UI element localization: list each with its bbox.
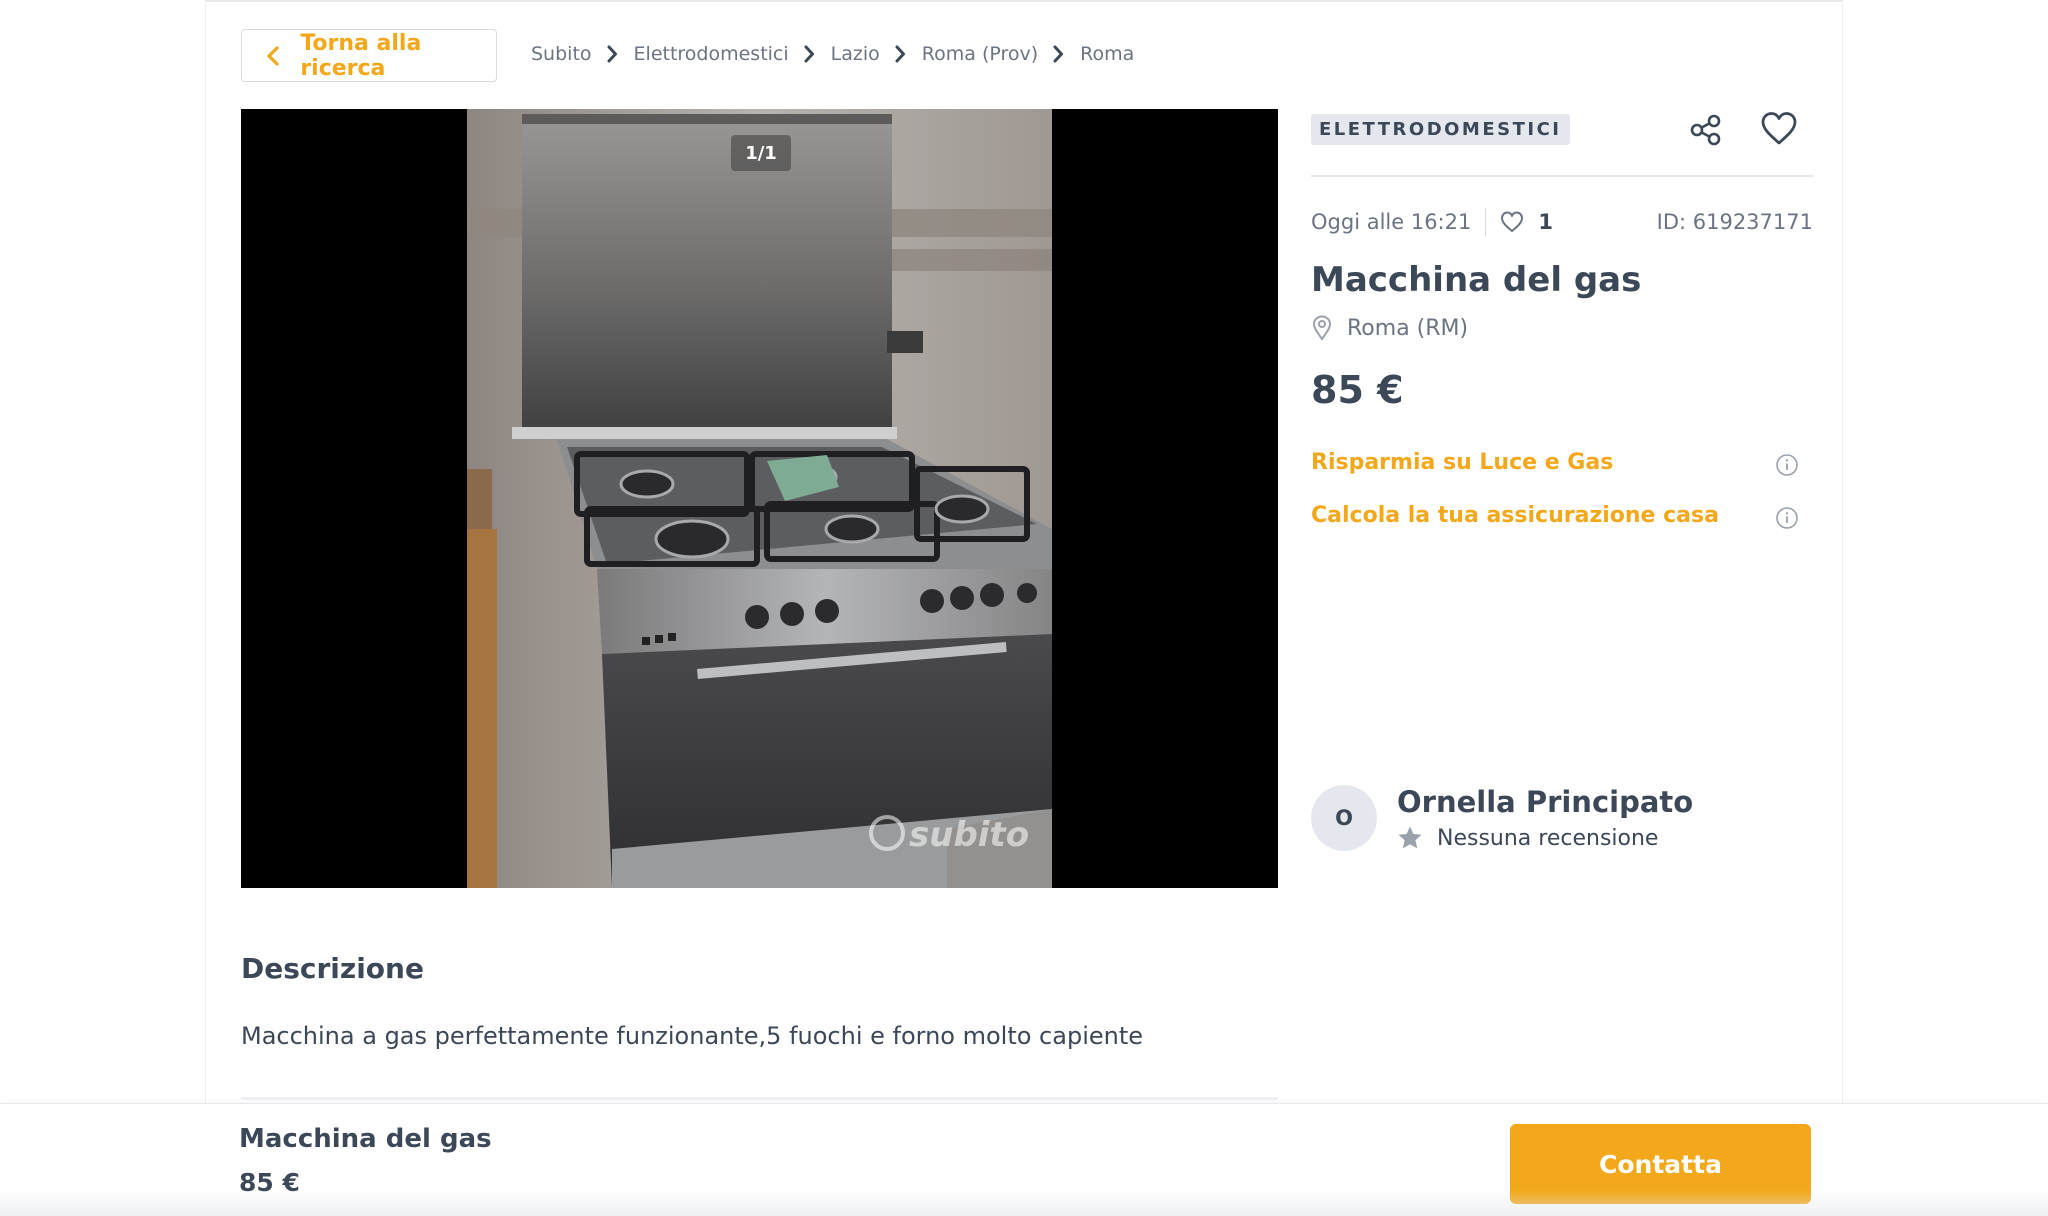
chevron-right-icon <box>1052 45 1066 63</box>
photo-gallery[interactable]: subito 1/1 <box>241 109 1278 888</box>
breadcrumb-item-elettrodomestici[interactable]: Elettrodomestici <box>634 43 789 65</box>
divider <box>1485 208 1487 236</box>
ad-id: ID: 619237171 <box>1656 210 1813 234</box>
chevron-right-icon <box>894 45 908 63</box>
breadcrumb-item-lazio[interactable]: Lazio <box>831 43 880 65</box>
contact-button[interactable]: Contatta <box>1510 1124 1811 1204</box>
sticky-contact-bar: Macchina del gas 85 € Contatta <box>0 1103 2048 1216</box>
listing-location: Roma (RM) <box>1311 315 1468 341</box>
location-label: Roma (RM) <box>1347 315 1469 341</box>
star-icon <box>1397 825 1423 851</box>
description-heading: Descrizione <box>241 952 424 985</box>
share-icon <box>1690 114 1721 146</box>
info-icon[interactable] <box>1775 453 1799 477</box>
listing-title: Macchina del gas <box>1311 260 1642 300</box>
category-badge: ELETTRODOMESTICI <box>1311 114 1570 145</box>
home-insurance-label: Calcola la tua assicurazione casa <box>1311 502 1719 528</box>
share-button[interactable] <box>1688 112 1724 148</box>
publish-date: Oggi alle 16:21 <box>1311 210 1472 234</box>
map-pin-icon <box>1311 315 1333 341</box>
seller-reviews: Nessuna recensione <box>1397 825 1693 851</box>
breadcrumb-item-roma-prov[interactable]: Roma (Prov) <box>922 43 1038 65</box>
listing-price: 85 € <box>1311 368 1404 412</box>
back-to-search-button[interactable]: Torna alla ricerca <box>241 29 497 82</box>
breadcrumb-item-roma[interactable]: Roma <box>1080 43 1134 65</box>
chevron-right-icon <box>803 45 817 63</box>
breadcrumb: Subito Elettrodomestici Lazio Roma (Prov… <box>531 43 1134 65</box>
divider <box>1311 175 1813 177</box>
svg-text:subito: subito <box>909 815 1029 855</box>
favorite-button[interactable] <box>1760 110 1798 148</box>
avatar: O <box>1311 785 1377 851</box>
energy-savings-link[interactable]: Risparmia su Luce e Gas <box>1311 446 1799 478</box>
heart-icon <box>1761 112 1797 145</box>
reviews-label: Nessuna recensione <box>1437 825 1659 851</box>
energy-savings-label: Risparmia su Luce e Gas <box>1311 449 1614 475</box>
home-insurance-link[interactable]: Calcola la tua assicurazione casa <box>1311 499 1799 531</box>
favorites-count: 1 <box>1538 210 1553 234</box>
seller-card[interactable]: O Ornella Principato Nessuna recensione <box>1311 785 1693 851</box>
sticky-price: 85 € <box>239 1168 300 1197</box>
listing-meta: Oggi alle 16:21 1 ID: 619237171 <box>1311 208 1813 236</box>
chevron-left-icon <box>264 45 282 66</box>
seller-name[interactable]: Ornella Principato <box>1397 785 1693 819</box>
gas-stove-photo: subito <box>467 109 1052 888</box>
back-to-search-label: Torna alla ricerca <box>300 30 422 81</box>
sticky-title: Macchina del gas <box>239 1124 492 1154</box>
chevron-right-icon <box>606 45 620 63</box>
listing-photo[interactable]: subito <box>467 109 1052 888</box>
photo-counter: 1/1 <box>731 135 791 171</box>
breadcrumb-item-subito[interactable]: Subito <box>531 43 592 65</box>
info-icon[interactable] <box>1775 506 1799 530</box>
divider <box>241 1097 1278 1100</box>
description-text: Macchina a gas perfettamente funzionante… <box>241 1022 1144 1050</box>
heart-icon <box>1500 210 1524 234</box>
